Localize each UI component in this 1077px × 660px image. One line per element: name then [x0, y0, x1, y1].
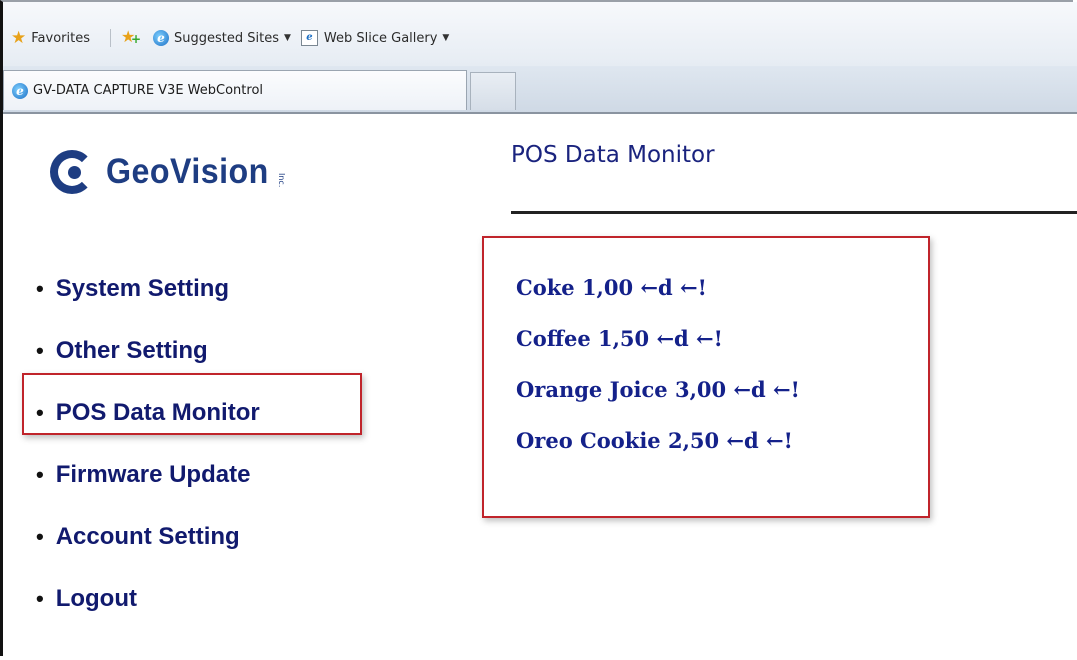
separator [109, 29, 111, 47]
menu-item-firmware-update[interactable]: • Firmware Update [36, 444, 260, 506]
suggested-sites-button[interactable]: e Suggested Sites ▼ [152, 30, 291, 46]
side-menu: • System Setting • Other Setting • POS D… [36, 258, 260, 630]
pos-data-line: Orange Joice 3,00 ←d ←! [516, 377, 800, 402]
menu-item-label: Account Setting [55, 523, 240, 550]
bullet: • [36, 338, 44, 363]
menu-item-label: Other Setting [55, 337, 208, 364]
ie-icon: e [152, 30, 169, 46]
tab-gv-data-capture[interactable]: e GV-DATA CAPTURE V3E WebControl [3, 70, 467, 110]
menu-highlight-box [22, 373, 362, 435]
favorites-button[interactable]: ★ Favorites [11, 27, 90, 48]
page-title: POS Data Monitor [511, 142, 715, 168]
dropdown-arrow-icon: ▼ [283, 33, 291, 43]
menu-item-logout[interactable]: • Logout [36, 568, 260, 630]
menu-item-label: System Setting [55, 275, 230, 302]
tab-label: GV-DATA CAPTURE V3E WebControl [33, 83, 264, 98]
pos-data-list: Coke 1,00 ←d ←! Coffee 1,50 ←d ←! Orange… [516, 262, 800, 466]
ie-icon: e [12, 82, 28, 99]
menu-item-label: Firmware Update [55, 461, 251, 488]
pos-data-line: Coke 1,00 ←d ←! [516, 275, 707, 300]
web-slice-gallery-label: Web Slice Gallery [323, 30, 438, 46]
menu-item-system-setting[interactable]: • System Setting [36, 258, 260, 320]
title-divider [511, 211, 1077, 214]
bullet: • [36, 276, 44, 301]
web-slice-gallery-button[interactable]: e Web Slice Gallery ▼ [300, 30, 450, 46]
menu-item-account-setting[interactable]: • Account Setting [36, 506, 260, 568]
geovision-logo: GeoVision Inc. [50, 148, 286, 196]
web-slice-icon: e [300, 30, 318, 46]
bullet: • [36, 586, 44, 611]
pos-data-line: Coffee 1,50 ←d ←! [516, 326, 723, 351]
favorites-label: Favorites [31, 30, 90, 46]
menu-item-label: Logout [55, 585, 137, 612]
logo-suffix: Inc. [276, 172, 286, 188]
add-to-favorites-icon[interactable]: ★ + [121, 29, 143, 47]
star-icon: ★ [11, 27, 27, 48]
favorites-bar: ★ Favorites ★ + e Suggested Sites ▼ e Web… [3, 2, 1077, 66]
logo-mark-icon [50, 148, 100, 196]
dropdown-arrow-icon: ▼ [442, 33, 450, 43]
pos-data-line: Oreo Cookie 2,50 ←d ←! [516, 428, 793, 453]
new-tab-button[interactable] [470, 72, 516, 110]
bullet: • [36, 524, 44, 549]
suggested-sites-label: Suggested Sites [173, 30, 279, 46]
tab-bar: e GV-DATA CAPTURE V3E WebControl [3, 66, 1077, 114]
logo-text: GeoVision [106, 152, 269, 191]
bullet: • [36, 462, 44, 487]
